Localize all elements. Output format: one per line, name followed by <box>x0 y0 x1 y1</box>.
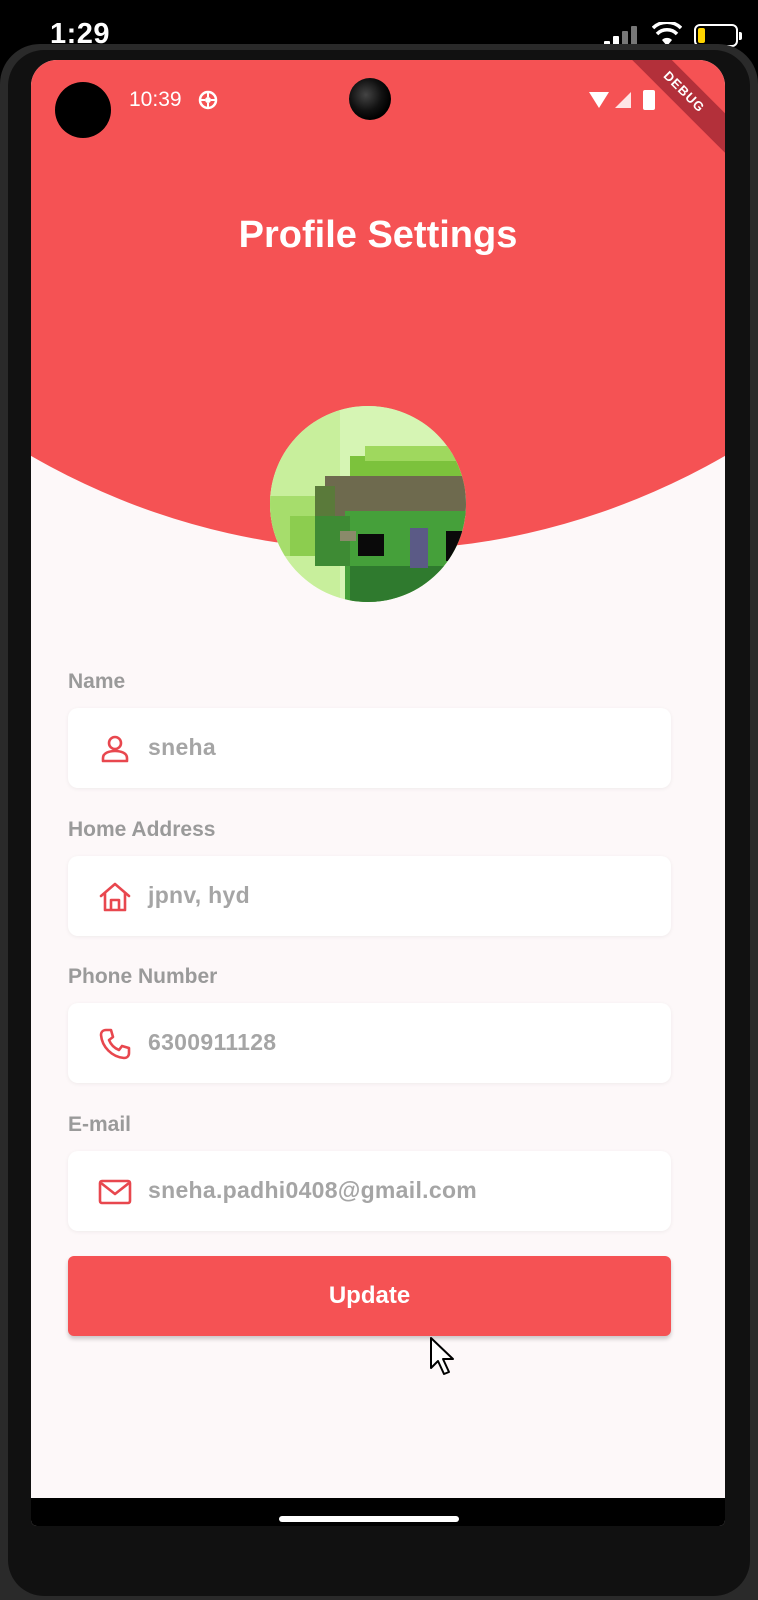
name-field[interactable]: sneha <box>68 708 671 788</box>
vpn-icon <box>198 90 218 110</box>
android-status-icons <box>589 90 655 110</box>
name-label: Name <box>68 670 126 693</box>
home-icon <box>99 882 131 912</box>
battery-icon <box>643 90 655 110</box>
phone-label: Phone Number <box>68 965 218 988</box>
mouse-cursor-icon <box>430 1337 454 1375</box>
phone-input[interactable]: 6300911128 <box>148 1029 276 1056</box>
address-field[interactable]: jpnv, hyd <box>68 856 671 936</box>
update-button[interactable]: Update <box>68 1256 671 1336</box>
wifi-icon <box>589 92 609 108</box>
address-input[interactable]: jpnv, hyd <box>148 882 250 909</box>
home-gesture-handle[interactable] <box>279 1516 459 1522</box>
signal-icon <box>615 92 631 108</box>
phone-field[interactable]: 6300911128 <box>68 1003 671 1083</box>
email-input[interactable]: sneha.padhi0408@gmail.com <box>148 1177 477 1204</box>
page-title: Profile Settings <box>238 214 518 256</box>
front-camera <box>349 78 391 120</box>
address-label: Home Address <box>68 818 216 841</box>
email-label: E-mail <box>68 1113 132 1136</box>
avatar-image <box>270 406 466 602</box>
profile-avatar[interactable] <box>270 406 466 602</box>
email-field[interactable]: sneha.padhi0408@gmail.com <box>68 1151 671 1231</box>
person-icon <box>101 735 129 763</box>
name-input[interactable]: sneha <box>148 734 216 761</box>
screen-recorder-dot <box>55 82 111 138</box>
app-screen: 10:39 DEBUG Profile Settings Name sneha … <box>31 60 725 1526</box>
mail-icon <box>98 1179 132 1205</box>
phone-icon <box>99 1028 131 1060</box>
android-clock: 10:39 <box>129 88 182 111</box>
